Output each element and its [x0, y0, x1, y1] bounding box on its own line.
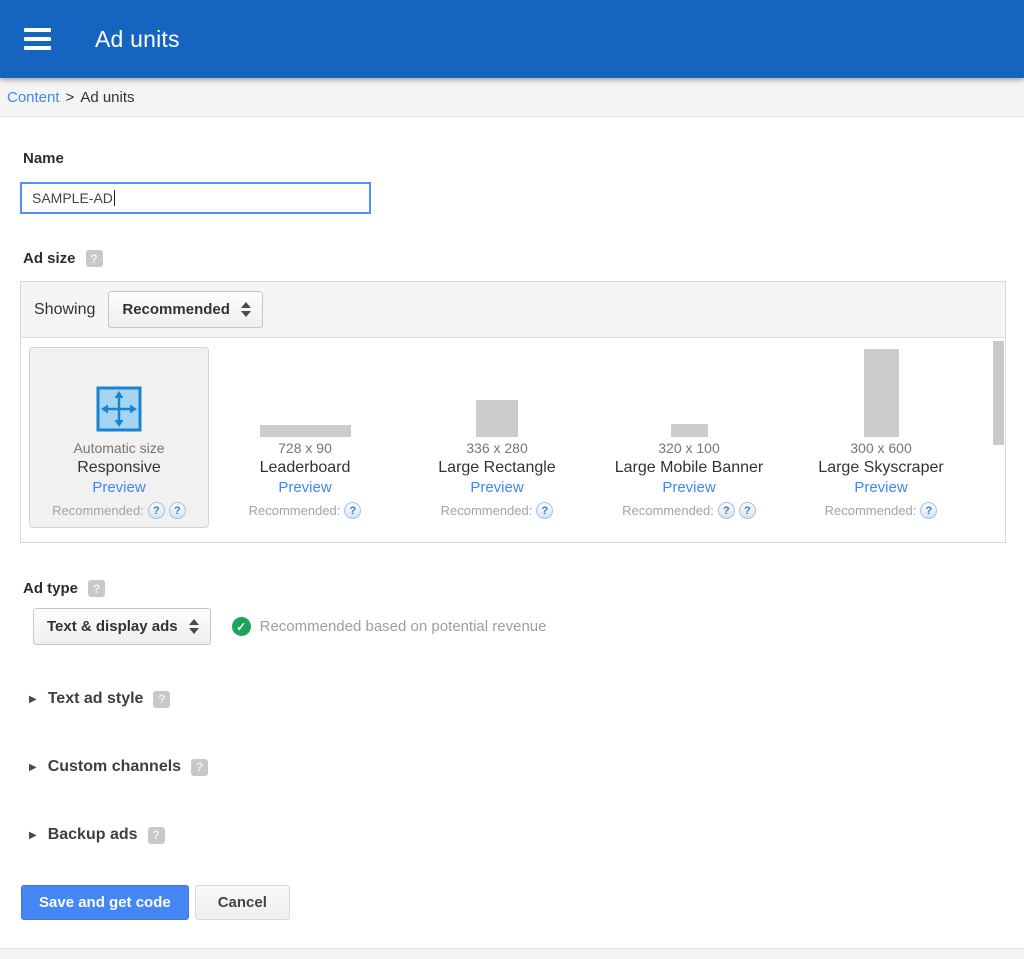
responsive-resize-icon	[96, 386, 142, 437]
ad-type-dropdown[interactable]: Text & display ads	[33, 608, 211, 645]
section-custom-channels[interactable]: ▶ Custom channels ?	[29, 758, 1007, 776]
custom-channels-help-icon[interactable]: ?	[191, 758, 209, 776]
recommended-row: Recommended: ?	[441, 502, 554, 519]
question-badge-icon[interactable]: ?	[147, 502, 165, 519]
text-ad-style-help-icon[interactable]: ?	[153, 690, 171, 708]
dropdown-spinner-icon	[240, 302, 251, 317]
question-badge-icon[interactable]: ?	[536, 502, 554, 519]
check-circle-icon: ✓	[231, 617, 251, 636]
preview-link[interactable]: Preview	[92, 478, 145, 498]
question-badge-icon[interactable]: ?	[717, 502, 735, 519]
dropdown-spinner-icon	[188, 619, 199, 634]
name-label: Name	[23, 150, 64, 167]
name-input-value: SAMPLE-AD	[32, 190, 113, 206]
name-input[interactable]: SAMPLE-AD	[20, 182, 371, 214]
ad-type-hint: Recommended based on potential revenue	[259, 618, 547, 635]
ad-size-help-icon[interactable]: ?	[85, 250, 103, 267]
large-rectangle-shape	[476, 400, 518, 437]
card-size-label: 728 x 90	[278, 440, 332, 456]
ad-size-card-list: Automatic size Responsive Preview Recomm…	[21, 338, 1005, 542]
card-size-label: Automatic size	[73, 440, 165, 456]
hamburger-menu-icon[interactable]	[24, 28, 51, 50]
chevron-right-icon: ▶	[29, 829, 37, 841]
breadcrumb: Content > Ad units	[0, 78, 1024, 117]
backup-ads-help-icon[interactable]: ?	[147, 826, 165, 844]
recommended-row: Recommended: ?	[825, 502, 938, 519]
card-size-label: 320 x 100	[658, 440, 720, 456]
recommended-row: Recommended: ? ?	[52, 502, 186, 519]
card-name: Responsive	[77, 459, 161, 476]
save-and-get-code-button[interactable]: Save and get code	[21, 885, 189, 920]
question-badge-icon[interactable]: ?	[344, 502, 362, 519]
ad-size-panel: Showing Recommended Automatic size Respo…	[20, 281, 1006, 543]
ad-size-card-responsive[interactable]: Automatic size Responsive Preview Recomm…	[29, 347, 209, 528]
cancel-button[interactable]: Cancel	[194, 885, 290, 920]
card-name: Large Skyscraper	[818, 459, 944, 476]
card-size-label: 336 x 280	[466, 440, 528, 456]
ad-type-value: Text & display ads	[47, 618, 178, 635]
section-backup-ads[interactable]: ▶ Backup ads ?	[29, 826, 1007, 844]
form-actions: Save and get code Cancel	[21, 885, 1007, 920]
question-badge-icon[interactable]: ?	[920, 502, 938, 519]
page-title: Ad units	[95, 25, 180, 52]
recommended-row: Recommended: ?	[249, 502, 362, 519]
card-name: Large Rectangle	[438, 459, 556, 476]
recommended-row: Recommended: ? ?	[622, 502, 756, 519]
chevron-right-icon: ▶	[29, 693, 37, 705]
ad-size-card-leaderboard[interactable]: 728 x 90 Leaderboard Preview Recommended…	[209, 347, 401, 528]
chevron-right-icon: ▶	[29, 761, 37, 773]
ad-type-help-icon[interactable]: ?	[88, 580, 106, 597]
question-badge-icon[interactable]: ?	[738, 502, 756, 519]
section-text-ad-style[interactable]: ▶ Text ad style ?	[29, 690, 1007, 708]
main-content: Name SAMPLE-AD Ad size ? Showing Recomme…	[0, 117, 1024, 948]
question-badge-icon[interactable]: ?	[168, 502, 186, 519]
ad-type-label-row: Ad type ?	[23, 580, 1007, 597]
card-name: Leaderboard	[259, 459, 351, 476]
breadcrumb-content-link[interactable]: Content	[7, 89, 60, 106]
ad-size-card-large-mobile-banner[interactable]: 320 x 100 Large Mobile Banner Preview Re…	[593, 347, 785, 528]
breadcrumb-separator: >	[65, 88, 75, 106]
breadcrumb-current: Ad units	[80, 88, 135, 106]
preview-link[interactable]: Preview	[470, 478, 523, 498]
preview-link[interactable]: Preview	[854, 478, 907, 498]
preview-link[interactable]: Preview	[662, 478, 715, 498]
vertical-scrollbar-thumb[interactable]	[993, 341, 1004, 445]
ad-size-card-large-rectangle[interactable]: 336 x 280 Large Rectangle Preview Recomm…	[401, 347, 593, 528]
app-header: Ad units	[0, 0, 1024, 78]
leaderboard-shape	[259, 425, 351, 437]
size-filter-value: Recommended	[122, 301, 230, 318]
ad-type-label: Ad type	[23, 580, 79, 597]
text-caret	[113, 190, 115, 206]
card-size-label: 300 x 600	[850, 440, 912, 456]
ad-type-row: Text & display ads ✓ Recommended based o…	[20, 608, 1007, 645]
ad-units-page: Ad units Content > Ad units Name SAMPLE-…	[0, 0, 1024, 959]
preview-link[interactable]: Preview	[278, 478, 331, 498]
ad-size-card-large-skyscraper[interactable]: 300 x 600 Large Skyscraper Preview Recom…	[785, 347, 977, 528]
ad-size-panel-header: Showing Recommended	[21, 282, 1005, 338]
card-name: Large Mobile Banner	[614, 459, 764, 476]
mobile-banner-shape	[670, 424, 708, 437]
showing-label: Showing	[34, 300, 96, 318]
ad-size-label: Ad size	[23, 250, 76, 267]
size-filter-dropdown[interactable]: Recommended	[108, 291, 263, 328]
footer-strip	[0, 948, 1024, 959]
skyscraper-shape	[863, 349, 899, 437]
ad-size-label-row: Ad size ?	[23, 250, 1007, 267]
